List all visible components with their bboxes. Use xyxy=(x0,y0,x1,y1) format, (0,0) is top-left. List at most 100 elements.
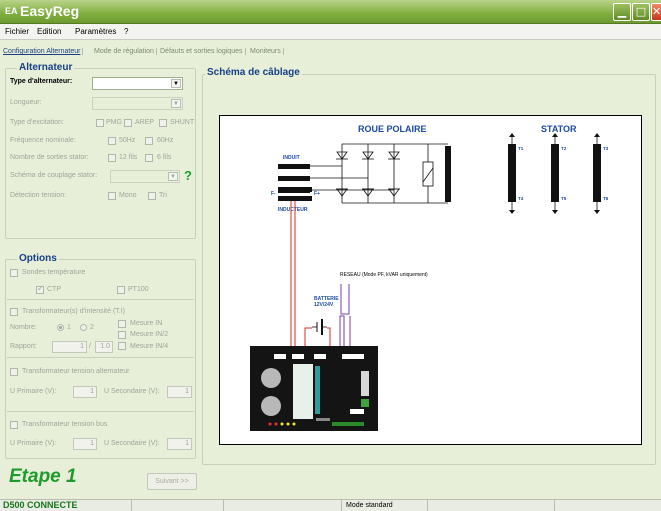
minimize-button[interactable]: ▁ xyxy=(613,3,631,21)
status-divider xyxy=(554,500,555,511)
separator xyxy=(7,299,194,300)
options-panel xyxy=(5,259,196,459)
reseau-label: RESEAU (Mode PF, kVAR uniquement) xyxy=(340,272,428,278)
tri-label: Tri xyxy=(159,192,167,199)
arep-checkbox[interactable] xyxy=(124,119,132,127)
60hz-label: 60Hz xyxy=(157,137,174,144)
stator-winding-3 xyxy=(593,133,601,214)
u-primaire-bus-input[interactable]: 1 xyxy=(73,438,97,450)
nombre-1-radio[interactable] xyxy=(57,324,64,331)
ttb-label: Transformateur tension bus xyxy=(22,421,108,428)
menu-bar: Fichier Edition Paramètres ? xyxy=(0,24,661,40)
50hz-checkbox[interactable] xyxy=(108,137,116,145)
step-label: Etape 1 xyxy=(9,466,77,487)
rapport-label: Rapport: xyxy=(10,343,37,350)
menu-edition[interactable]: Edition xyxy=(37,27,61,36)
tri-checkbox[interactable] xyxy=(148,192,156,200)
6fils-checkbox[interactable] xyxy=(145,154,153,162)
wiring-diagram: ROUE POLAIRE INDUIT F- F+ INDUCTEUR STAT… xyxy=(219,115,642,445)
u-primaire-input[interactable]: 1 xyxy=(73,386,97,398)
tab-configuration-alternateur[interactable]: Configuration Alternateur xyxy=(3,48,84,55)
menu-parametres[interactable]: Paramètres xyxy=(75,27,116,36)
menu-help[interactable]: ? xyxy=(124,27,128,36)
rotor-field-winding xyxy=(445,146,451,202)
menu-fichier[interactable]: Fichier xyxy=(5,27,29,36)
u-secondaire-bus-label: U Secondaire (V): xyxy=(104,440,160,447)
sondes-label: Sondes température xyxy=(22,269,86,276)
tab-bar: Configuration Alternateur Mode de régula… xyxy=(0,44,661,60)
sorties-label: Nombre de sorties stator: xyxy=(10,154,89,161)
schema-couplage-select[interactable]: ▼ xyxy=(110,170,180,183)
tab-moniteurs[interactable]: Moniteurs xyxy=(250,48,284,55)
status-divider xyxy=(131,500,132,511)
mesure-in4-checkbox[interactable] xyxy=(118,342,126,350)
u-primaire-label: U Primaire (V): xyxy=(10,388,57,395)
tta-checkbox[interactable] xyxy=(10,368,18,376)
60hz-checkbox[interactable] xyxy=(145,137,153,145)
status-divider xyxy=(341,500,342,511)
ctp-label: CTP xyxy=(47,286,61,293)
next-button[interactable]: Suivant >> xyxy=(147,473,197,490)
stator-winding-1 xyxy=(508,133,516,214)
status-divider xyxy=(427,500,428,511)
regulator-board xyxy=(250,346,378,431)
ctp-checkbox[interactable] xyxy=(36,284,44,294)
help-icon[interactable]: ? xyxy=(184,168,192,183)
batterie-voltage-label: 12V/24V xyxy=(314,302,334,308)
longueur-select[interactable]: ▼ xyxy=(92,97,183,110)
mesure-in2-checkbox[interactable] xyxy=(118,331,126,339)
pmg-label: PMG xyxy=(106,119,122,126)
f-minus-label: F- xyxy=(271,191,276,197)
terminal-t6: T6 xyxy=(603,196,609,201)
battery-icon xyxy=(312,319,327,335)
options-title: Options xyxy=(17,253,59,264)
close-icon: ✕ xyxy=(652,5,661,18)
type-alternateur-select[interactable]: ▼ xyxy=(92,77,183,90)
nombre-1-label: 1 xyxy=(67,324,71,331)
tab-mode-regulation[interactable]: Mode de régulation xyxy=(94,48,157,55)
inducteur-label: INDUCTEUR xyxy=(278,207,308,213)
shunt-checkbox[interactable] xyxy=(159,119,167,127)
12fils-checkbox[interactable] xyxy=(108,154,116,162)
chevron-down-icon: ▼ xyxy=(171,99,181,108)
terminal-t5: T5 xyxy=(561,196,567,201)
mode-status: Mode standard xyxy=(346,502,393,509)
sondes-checkbox[interactable] xyxy=(10,269,18,277)
frequence-label: Fréquence nominale: xyxy=(10,137,76,144)
induit-label: INDUIT xyxy=(283,155,300,161)
ti-checkbox[interactable] xyxy=(10,308,18,316)
50hz-label: 50Hz xyxy=(119,137,136,144)
type-alternateur-label: Type d'alternateur: xyxy=(10,78,73,85)
wiring-diagram-svg: ROUE POLAIRE INDUIT F- F+ INDUCTEUR STAT… xyxy=(250,124,609,431)
rapport-secondary-input[interactable]: 1.0 xyxy=(95,341,113,353)
u-primaire-bus-label: U Primaire (V): xyxy=(10,440,57,447)
rapport-primary-input[interactable]: 1 xyxy=(52,341,87,353)
title-bar: EA EasyReg ▁ □ ✕ xyxy=(0,0,661,24)
pmg-checkbox[interactable] xyxy=(96,119,104,127)
maximize-icon: □ xyxy=(635,5,647,18)
minimize-icon: ▁ xyxy=(617,5,627,18)
u-secondaire-bus-input[interactable]: 1 xyxy=(167,438,192,450)
ttb-checkbox[interactable] xyxy=(10,421,18,429)
close-button[interactable]: ✕ xyxy=(651,3,661,21)
inducteur-winding xyxy=(278,196,312,201)
excitation-label: Type d'excitation: xyxy=(10,119,64,126)
nombre-2-radio[interactable] xyxy=(80,324,87,331)
schema-couplage-label: Schéma de couplage stator: xyxy=(10,172,98,179)
mesure-in-checkbox[interactable] xyxy=(118,320,126,328)
status-divider xyxy=(223,500,224,511)
pt100-label: PT100 xyxy=(128,286,149,293)
tab-defauts[interactable]: Défauts et sorties logiques xyxy=(160,48,246,55)
tta-label: Transformateur tension alternateur xyxy=(22,368,130,375)
u-secondaire-input[interactable]: 1 xyxy=(167,386,192,398)
schema-title: Schéma de câblage xyxy=(205,67,302,78)
nombre-2-label: 2 xyxy=(90,324,94,331)
12fils-label: 12 fils xyxy=(119,154,138,161)
maximize-button[interactable]: □ xyxy=(632,3,650,21)
pt100-checkbox[interactable] xyxy=(117,286,125,294)
mono-checkbox[interactable] xyxy=(108,192,116,200)
stator-winding-2 xyxy=(551,133,559,214)
nombre-label: Nombre: xyxy=(10,324,37,331)
6fils-label: 6 fils xyxy=(157,154,172,161)
terminal-t1: T1 xyxy=(518,146,524,151)
